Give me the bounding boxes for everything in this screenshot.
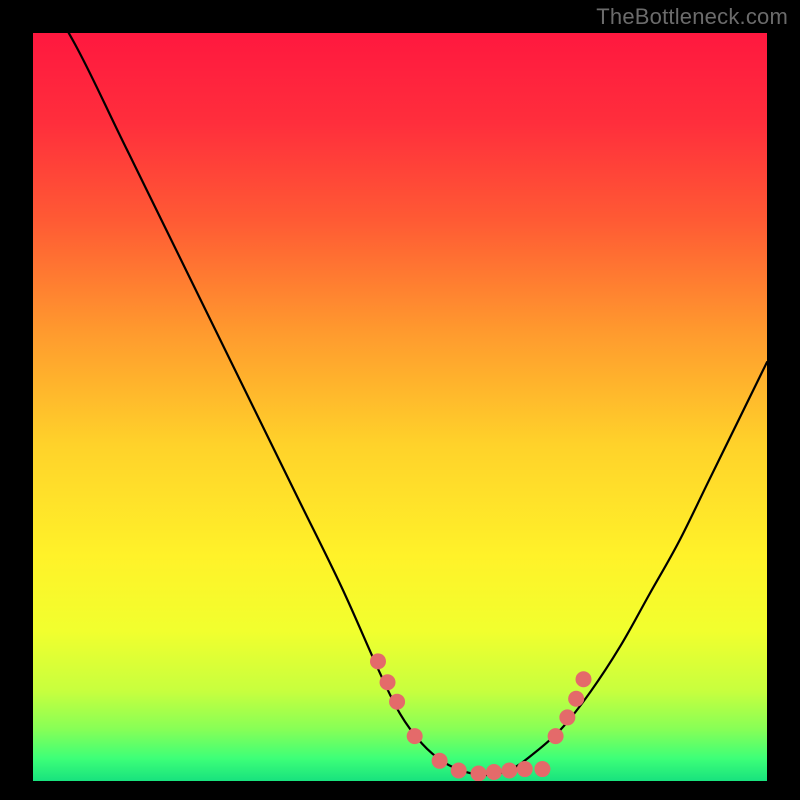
marker-dot — [568, 691, 584, 707]
marker-dot — [548, 728, 564, 744]
gradient-background — [33, 33, 767, 781]
watermark-text: TheBottleneck.com — [596, 4, 788, 30]
marker-dot — [380, 674, 396, 690]
marker-dot — [576, 671, 592, 687]
marker-dot — [501, 763, 517, 779]
marker-dot — [559, 709, 575, 725]
marker-dot — [534, 761, 550, 777]
marker-dot — [370, 653, 386, 669]
marker-dot — [432, 753, 448, 769]
marker-dot — [517, 761, 533, 777]
marker-dot — [486, 764, 502, 780]
marker-dot — [389, 694, 405, 710]
marker-dot — [471, 766, 487, 781]
chart-svg — [33, 33, 767, 781]
plot-area — [33, 33, 767, 781]
marker-dot — [451, 763, 467, 779]
chart-frame: TheBottleneck.com — [0, 0, 800, 800]
marker-dot — [407, 728, 423, 744]
